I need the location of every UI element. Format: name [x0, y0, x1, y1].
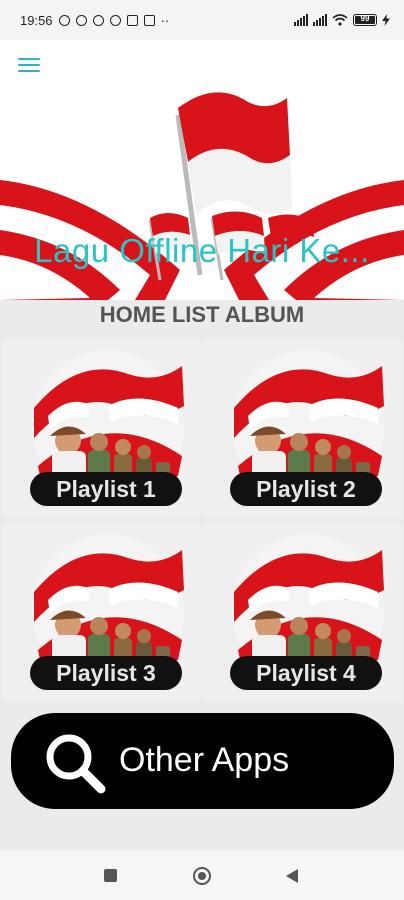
system-nav-bar [0, 850, 404, 900]
cell-signal-2-icon [313, 14, 327, 26]
album-card-playlist-4[interactable]: Playlist 4 [202, 522, 402, 702]
charging-icon [382, 14, 390, 26]
alarm-icon [92, 14, 104, 26]
hamburger-icon-line [18, 64, 40, 66]
wifi-icon [332, 14, 348, 26]
home-icon[interactable] [193, 867, 211, 885]
menu-button[interactable] [18, 58, 40, 76]
cell-signal-icon [294, 14, 308, 26]
status-time: 19:56 [20, 12, 53, 28]
other-apps-button[interactable]: Other Apps [11, 713, 394, 809]
battery-level: 99 [360, 14, 370, 23]
status-right: 99 [294, 14, 390, 26]
data-saver-icon [109, 14, 121, 26]
other-apps-label: Other Apps [119, 741, 290, 779]
status-bar: 19:56 ·· 99 [0, 0, 404, 40]
album-card-playlist-3[interactable]: Playlist 3 [2, 522, 202, 702]
album-label: Playlist 1 [30, 472, 182, 506]
battery-icon: 99 [353, 14, 377, 26]
app-title: Lagu Offline Hari Ke... [34, 232, 370, 269]
hamburger-icon-line [18, 70, 40, 72]
status-left: 19:56 ·· [20, 13, 169, 28]
section-title: HOME LIST ALBUM [99, 302, 305, 327]
brightness-icon [75, 14, 87, 26]
hamburger-icon-line [18, 58, 40, 60]
album-card-playlist-2[interactable]: Playlist 2 [202, 338, 402, 518]
more-notifications-dots: ·· [160, 12, 170, 28]
search-icon [46, 734, 106, 794]
youtube-icon [143, 14, 155, 26]
trash-icon [126, 14, 138, 26]
back-icon[interactable] [286, 869, 298, 883]
album-label: Playlist 3 [30, 656, 182, 690]
album-card-playlist-1[interactable]: Playlist 1 [2, 338, 202, 518]
notification-icons: ·· [58, 12, 170, 28]
moon-icon [58, 14, 70, 26]
album-label: Playlist 2 [230, 472, 382, 506]
recent-apps-icon[interactable] [104, 869, 117, 882]
header-banner: Lagu Offline Hari Ke... [0, 40, 404, 300]
album-label: Playlist 4 [230, 656, 382, 690]
